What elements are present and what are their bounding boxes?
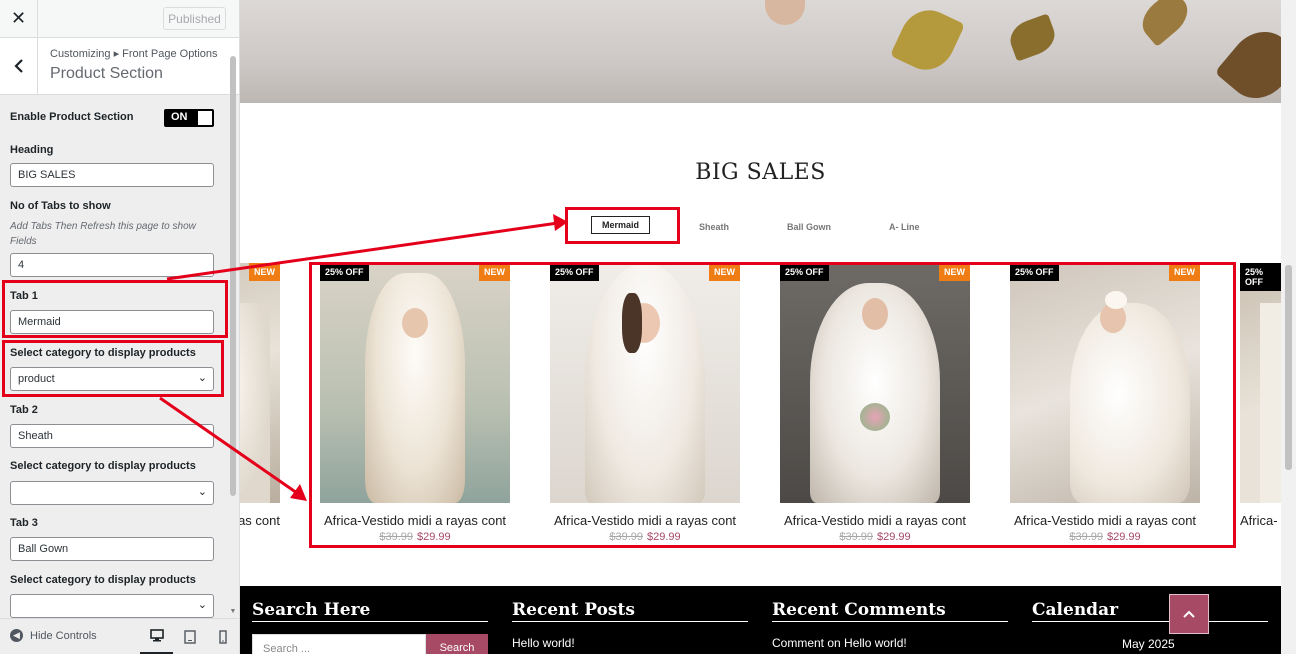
close-button[interactable]: ✕ xyxy=(0,0,38,37)
category3-select[interactable]: ⌄ xyxy=(10,594,214,618)
collapse-icon: ◀ xyxy=(10,629,23,642)
num-tabs-note: Add Tabs Then Refresh this page to show … xyxy=(10,221,196,247)
sidebar-scroll-thumb[interactable] xyxy=(230,56,236,496)
product-name[interactable]: Africa- xyxy=(1240,513,1281,528)
back-button[interactable] xyxy=(0,38,38,94)
tab3-input[interactable]: Ball Gown xyxy=(10,537,214,561)
annotation-box-products xyxy=(309,262,1236,548)
product-name[interactable]: as cont xyxy=(240,513,280,528)
recent-posts-title: Recent Posts xyxy=(512,600,635,620)
product-card-partial[interactable]: NEW as cont xyxy=(240,263,280,548)
customizer-header: ✕ Published xyxy=(0,0,239,38)
back-chevron-icon xyxy=(13,59,23,73)
chevron-down-icon: ⌄ xyxy=(197,599,207,611)
desktop-preview-button[interactable] xyxy=(140,619,173,654)
num-tabs-input[interactable]: 4 xyxy=(10,253,214,277)
toggle-knob xyxy=(198,111,212,125)
close-icon: ✕ xyxy=(10,8,27,28)
calendar-month: May 2025 xyxy=(1122,637,1175,651)
product-image[interactable]: NEW xyxy=(240,263,280,503)
preview-scroll-thumb[interactable] xyxy=(1285,265,1292,470)
category2-select[interactable]: ⌄ xyxy=(10,481,214,505)
customizer-footer: ◀ Hide Controls xyxy=(0,618,239,654)
toggle-text: ON xyxy=(171,111,188,123)
hide-controls-button[interactable]: ◀ Hide Controls xyxy=(10,629,97,642)
divider xyxy=(1032,621,1268,622)
controls-panel: Enable Product Section ON Heading BIG SA… xyxy=(0,95,228,618)
heading-input[interactable]: BIG SALES xyxy=(10,163,214,187)
breadcrumb: Customizing ▸ Front Page Options xyxy=(50,48,218,60)
mobile-icon xyxy=(218,630,227,644)
search-widget-title: Search Here xyxy=(252,600,371,620)
published-button[interactable]: Published xyxy=(163,7,226,30)
recent-comment-link[interactable]: Comment on Hello world! xyxy=(772,636,907,650)
chevron-down-icon: ⌄ xyxy=(197,486,207,498)
footer-search-input[interactable]: Search ... xyxy=(252,634,426,654)
hand-detail xyxy=(765,0,805,25)
sidebar-scrollbar[interactable]: ▼ xyxy=(228,46,238,618)
tab2-input[interactable]: Sheath xyxy=(10,424,214,448)
tab-sheath[interactable]: Sheath xyxy=(699,222,729,232)
enable-section-toggle[interactable]: ON xyxy=(164,109,214,127)
num-tabs-label: No of Tabs to show xyxy=(10,200,111,212)
annotation-box-tab1 xyxy=(2,280,228,338)
annotation-box-category1 xyxy=(2,340,224,397)
section-heading: BIG SALES xyxy=(695,160,826,185)
recent-comments-title: Recent Comments xyxy=(772,600,946,620)
site-footer: Search Here Search ... Search Recent Pos… xyxy=(240,586,1281,654)
new-badge: NEW xyxy=(249,263,280,281)
hide-controls-label: Hide Controls xyxy=(30,629,97,642)
tablet-icon xyxy=(183,630,196,644)
leaf-decoration xyxy=(889,1,966,79)
back-to-top-button[interactable] xyxy=(1169,594,1209,634)
tab2-label: Tab 2 xyxy=(10,404,38,416)
hero-image xyxy=(240,0,1281,103)
mobile-preview-button[interactable] xyxy=(206,619,239,654)
leaf-decoration xyxy=(1134,0,1196,47)
tab-ball-gown[interactable]: Ball Gown xyxy=(787,222,831,232)
footer-search-button[interactable]: Search xyxy=(426,634,488,654)
discount-badge: 25% OFF xyxy=(1240,263,1281,291)
category2-label: Select category to display products xyxy=(10,460,196,472)
scroll-down-arrow-icon[interactable]: ▼ xyxy=(228,608,238,618)
tablet-preview-button[interactable] xyxy=(173,619,206,654)
customizer-sidebar: ✕ Published Customizing ▸ Front Page Opt… xyxy=(0,0,240,654)
chevron-up-icon xyxy=(1183,610,1195,618)
category3-label: Select category to display products xyxy=(10,574,196,586)
calendar-title: Calendar xyxy=(1032,600,1119,620)
product-image[interactable]: 25% OFF xyxy=(1240,263,1281,503)
section-title: Product Section xyxy=(50,65,163,82)
heading-label: Heading xyxy=(10,144,54,156)
leaf-decoration xyxy=(1005,13,1060,62)
tab3-label: Tab 3 xyxy=(10,517,38,529)
dress-shape xyxy=(240,303,270,503)
tab-a-line[interactable]: A- Line xyxy=(889,222,920,232)
site-preview: BIG SALES Mermaid Sheath Ball Gown A- Li… xyxy=(240,0,1296,654)
leaf-decoration xyxy=(1214,18,1281,103)
annotation-box-tab xyxy=(565,207,680,244)
divider xyxy=(772,621,1008,622)
enable-section-label: Enable Product Section xyxy=(10,111,134,123)
divider xyxy=(252,621,488,622)
desktop-icon xyxy=(149,629,164,642)
preview-scrollbar[interactable] xyxy=(1281,0,1296,654)
dress-shape xyxy=(1260,303,1281,503)
section-header: Customizing ▸ Front Page Options Product… xyxy=(0,38,239,95)
divider xyxy=(512,621,748,622)
recent-post-link[interactable]: Hello world! xyxy=(512,636,575,650)
